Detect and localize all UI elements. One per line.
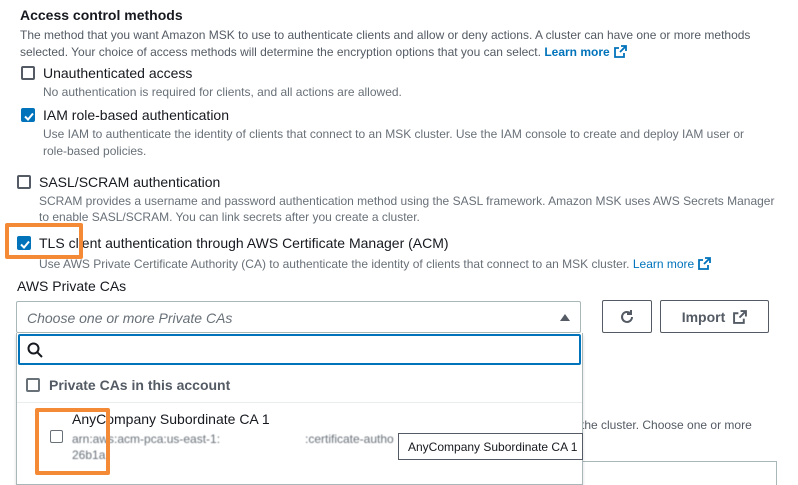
tls-learn-more-link[interactable]: Learn more [632,257,712,271]
section-title: Access control methods [20,7,183,23]
iam-auth-checkbox[interactable] [21,108,35,122]
group-label: Private CAs in this account [49,377,231,393]
background-input [581,461,777,485]
tls-acm-description-text: Use AWS Private Certificate Authority (C… [39,257,630,271]
sasl-scram-checkbox[interactable] [17,175,31,189]
ca-checkbox-highlight [35,408,110,475]
tls-checkbox-highlight [5,223,83,259]
unauthenticated-access-label: Unauthenticated access [43,65,193,81]
section-description-text: The method that you want Amazon MSK to u… [20,28,751,59]
tls-acm-label: TLS client authentication through AWS Ce… [39,235,449,251]
section-description: The method that you want Amazon MSK to u… [20,27,780,61]
tls-acm-description: Use AWS Private Certificate Authority (C… [39,255,712,273]
refresh-icon [621,309,633,323]
iam-auth-description-line2: role-based policies. [43,144,147,158]
external-link-icon [733,309,748,324]
ca-item-arn-suffix: :certificate-autho [305,432,394,446]
external-link-icon [698,257,712,270]
iam-auth-label: IAM role-based authentication [43,107,229,123]
private-ca-select[interactable]: Choose one or more Private CAs [16,301,581,333]
unauthenticated-access-checkbox[interactable] [21,66,35,80]
learn-more-link[interactable]: Learn more [544,45,627,59]
ca-search-input[interactable] [18,334,581,365]
group-select-all-checkbox[interactable] [26,378,40,392]
tls-learn-more-label: Learn more [632,257,695,271]
import-button-label: Import [681,308,726,325]
unauthenticated-access-description: No authentication is required for client… [43,85,402,99]
external-link-icon [613,45,627,58]
sasl-scram-label: SASL/SCRAM authentication [39,174,221,190]
ca-tooltip: AnyCompany Subordinate CA 1 [398,433,583,460]
refresh-button[interactable] [602,300,652,333]
sasl-scram-description-line2: to enable SASL/SCRAM. You can link secre… [39,210,420,224]
caret-up-icon [560,314,570,321]
background-hint-text: the cluster. Choose one or more [581,418,752,432]
select-placeholder: Choose one or more Private CAs [27,310,233,326]
learn-more-label: Learn more [544,45,610,59]
import-button[interactable]: Import [660,300,769,333]
checkmark-icon [24,112,34,121]
search-icon [27,342,43,358]
aws-private-cas-label: AWS Private CAs [17,278,127,294]
ca-group-row[interactable]: Private CAs in this account [17,369,582,403]
iam-auth-description-line1: Use IAM to authenticate the identity of … [43,127,745,141]
